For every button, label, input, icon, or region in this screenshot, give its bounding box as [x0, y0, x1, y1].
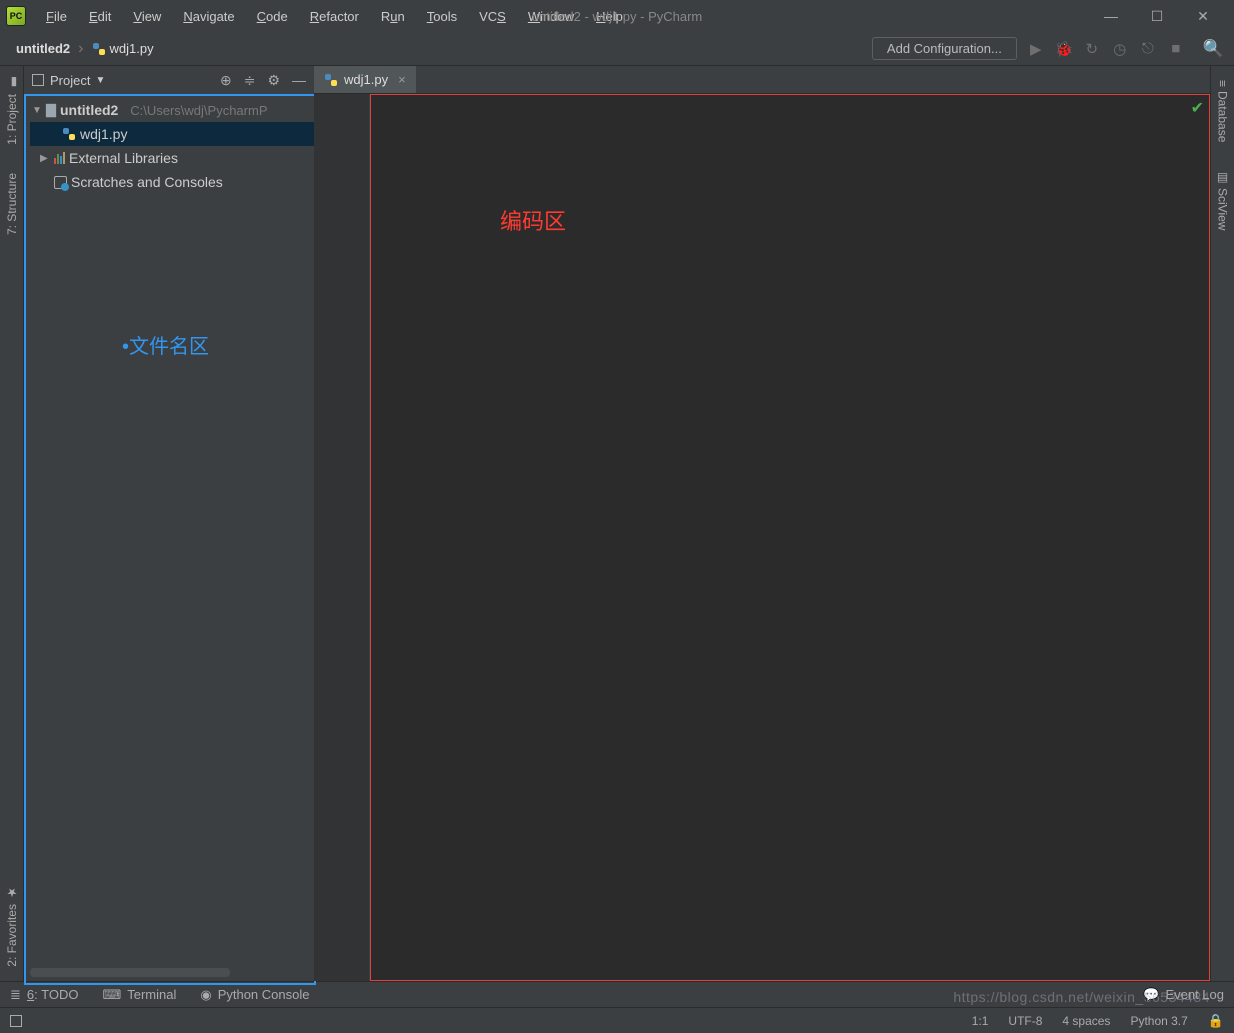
sciview-icon: ▤	[1216, 170, 1230, 184]
project-panel-header: Project ▼ ⊕ ≑ ⚙ —	[24, 66, 314, 94]
stop-icon[interactable]: ■	[1167, 40, 1185, 57]
menu-view[interactable]: View	[123, 5, 171, 28]
toolwindow-terminal[interactable]: ⌨ Terminal	[102, 987, 176, 1003]
event-log-icon: 💬	[1143, 987, 1159, 1003]
toolwindow-event-log[interactable]: 💬 Event Log	[1143, 987, 1224, 1003]
folder-icon: ▇	[46, 102, 56, 118]
close-tab-icon[interactable]: ×	[398, 72, 406, 87]
menu-navigate[interactable]: Navigate	[173, 5, 244, 28]
close-button[interactable]: ✕	[1194, 8, 1212, 25]
python-file-icon	[324, 73, 338, 87]
star-icon: ★	[5, 886, 19, 900]
editor-tabs: wdj1.py ×	[314, 66, 1210, 94]
gear-icon[interactable]: ⚙	[267, 72, 280, 89]
rail-structure-button[interactable]: 7: Structure	[5, 173, 19, 235]
hide-panel-icon[interactable]: —	[292, 72, 306, 89]
expand-icon[interactable]: ≑	[244, 72, 256, 89]
window-controls: — ☐ ✕	[1102, 8, 1228, 25]
menu-code[interactable]: Code	[247, 5, 298, 28]
tree-scratches[interactable]: Scratches and Consoles	[30, 170, 314, 194]
project-path: C:\Users\wdj\PycharmP	[130, 103, 267, 118]
right-tool-rail: ≡ Database ▤ SciView	[1210, 66, 1234, 981]
run-icon[interactable]: ▶	[1027, 40, 1045, 58]
editor-gutter[interactable]	[314, 94, 370, 981]
attach-icon[interactable]: ⎋	[1139, 40, 1157, 57]
inspection-ok-icon[interactable]: ✔	[1191, 98, 1204, 118]
rail-project-button[interactable]: 1: Project ▮	[5, 80, 19, 145]
toolwindow-python-console[interactable]: ◉ Python Console	[200, 987, 309, 1003]
chevron-right-icon[interactable]: ▶	[40, 153, 50, 164]
chevron-down-icon[interactable]: ▼	[32, 105, 42, 116]
python-console-icon: ◉	[200, 987, 211, 1003]
search-everywhere-icon[interactable]: 🔍	[1203, 39, 1224, 59]
database-icon: ≡	[1216, 80, 1230, 87]
project-view-selector[interactable]: Project ▼	[50, 73, 105, 88]
annotation-code-area: 编码区	[500, 204, 566, 236]
todo-icon: ≣	[10, 987, 21, 1003]
folder-icon: ▮	[7, 80, 17, 90]
add-configuration-button[interactable]: Add Configuration...	[872, 37, 1017, 60]
breadcrumb-root[interactable]: untitled2	[10, 39, 76, 58]
caret-position[interactable]: 1:1	[972, 1014, 989, 1028]
tree-project-root[interactable]: ▼ ▇ untitled2 C:\Users\wdj\PycharmP	[30, 98, 314, 122]
maximize-button[interactable]: ☐	[1148, 8, 1166, 25]
coverage-icon[interactable]: ↻	[1083, 40, 1101, 58]
debug-icon[interactable]: 🐞	[1055, 40, 1073, 58]
titlebar: PC File Edit View Navigate Code Refactor…	[0, 0, 1234, 32]
project-tree[interactable]: ▼ ▇ untitled2 C:\Users\wdj\PycharmP wdj1…	[24, 94, 314, 981]
editor-tab-wdj1[interactable]: wdj1.py ×	[314, 65, 416, 93]
menu-edit[interactable]: Edit	[79, 5, 121, 28]
python-file-icon	[62, 127, 76, 141]
rail-sciview-button[interactable]: ▤ SciView	[1216, 170, 1230, 230]
menu-tools[interactable]: Tools	[417, 5, 467, 28]
code-area[interactable]: 编码区	[370, 94, 1210, 981]
breadcrumb-file-label: wdj1.py	[110, 41, 154, 56]
editor-area: wdj1.py × 编码区 ✔	[314, 66, 1210, 981]
menu-vcs[interactable]: VCS	[469, 5, 516, 28]
toolwindow-todo[interactable]: ≣ 6: TODO	[10, 987, 78, 1003]
menu-run[interactable]: Run	[371, 5, 415, 28]
pycharm-app-icon: PC	[6, 6, 26, 26]
navigation-bar: untitled2 › wdj1.py Add Configuration...…	[0, 32, 1234, 66]
breadcrumb-separator-icon: ›	[78, 40, 83, 58]
locate-icon[interactable]: ⊕	[220, 72, 232, 89]
editor-body[interactable]: 编码区 ✔	[314, 94, 1210, 981]
breadcrumb-file[interactable]: wdj1.py	[86, 39, 160, 58]
file-encoding[interactable]: UTF-8	[1008, 1014, 1042, 1028]
rail-database-button[interactable]: ≡ Database	[1216, 80, 1230, 142]
indent-settings[interactable]: 4 spaces	[1062, 1014, 1110, 1028]
annotation-filename-area: •文件名区	[122, 330, 209, 359]
tree-file-wdj1[interactable]: wdj1.py	[30, 122, 314, 146]
window-title: untitled2 - wdj1.py - PyCharm	[532, 9, 703, 24]
tree-external-libraries[interactable]: ▶ External Libraries	[30, 146, 314, 170]
scratches-icon	[54, 176, 67, 189]
bottom-toolwindow-bar: ≣ 6: TODO ⌨ Terminal ◉ Python Console 💬 …	[0, 981, 1234, 1007]
menu-file[interactable]: File	[36, 5, 77, 28]
annotation-red-box	[370, 94, 1210, 981]
minimize-button[interactable]: —	[1102, 8, 1120, 25]
profile-icon[interactable]: ◷	[1111, 40, 1129, 58]
libraries-icon	[54, 152, 65, 164]
project-tool-window: Project ▼ ⊕ ≑ ⚙ — ▼ ▇ untitled2 C:\Users…	[24, 66, 314, 981]
status-bar: 1:1 UTF-8 4 spaces Python 3.7 🔒	[0, 1007, 1234, 1033]
python-interpreter[interactable]: Python 3.7	[1130, 1014, 1187, 1028]
rail-favorites-button[interactable]: 2: Favorites ★	[5, 886, 19, 967]
horizontal-scrollbar[interactable]	[30, 968, 230, 977]
chevron-down-icon: ▼	[95, 75, 105, 86]
project-view-icon[interactable]	[32, 74, 44, 86]
python-file-icon	[92, 42, 106, 56]
left-tool-rail: 1: Project ▮ 7: Structure 2: Favorites ★	[0, 66, 24, 981]
statusbar-toggle-icon[interactable]	[10, 1015, 22, 1027]
lock-icon[interactable]: 🔒	[1208, 1013, 1224, 1029]
menu-refactor[interactable]: Refactor	[300, 5, 369, 28]
terminal-icon: ⌨	[102, 987, 121, 1003]
